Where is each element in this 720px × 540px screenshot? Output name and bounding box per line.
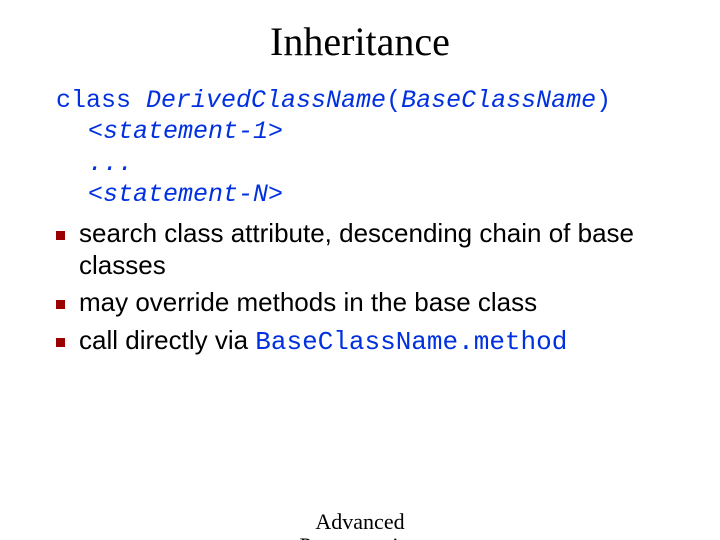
paren-close: ): [596, 86, 611, 115]
keyword-class: class: [56, 86, 146, 115]
list-item: may override methods in the base class: [56, 287, 680, 319]
code-line-4: <statement-N>: [56, 179, 680, 210]
footer-line-2: Programming: [0, 534, 720, 540]
bullet-text: call directly via BaseClassName.method: [79, 325, 567, 359]
bullet-text-prefix: call directly via: [79, 325, 255, 355]
code-block: class DerivedClassName(BaseClassName) <s…: [56, 85, 680, 210]
base-class-name: BaseClassName: [401, 86, 596, 115]
slide-title: Inheritance: [0, 18, 720, 65]
bullet-icon: [56, 231, 65, 240]
code-line-1: class DerivedClassName(BaseClassName): [56, 85, 680, 116]
code-line-2: <statement-1>: [56, 116, 680, 147]
footer-line-1: Advanced: [0, 510, 720, 534]
list-item: search class attribute, descending chain…: [56, 218, 680, 281]
slide: Inheritance class DerivedClassName(BaseC…: [0, 18, 720, 540]
bullet-icon: [56, 338, 65, 347]
derived-class-name: DerivedClassName: [146, 86, 386, 115]
bullet-text-mono: BaseClassName.method: [255, 327, 567, 357]
paren-open: (: [386, 86, 401, 115]
bullet-text: search class attribute, descending chain…: [79, 218, 680, 281]
bullet-text: may override methods in the base class: [79, 287, 537, 319]
footer: Advanced Programming: [0, 510, 720, 540]
bullet-icon: [56, 300, 65, 309]
bullet-list: search class attribute, descending chain…: [56, 218, 680, 359]
code-line-3: ...: [56, 148, 680, 179]
list-item: call directly via BaseClassName.method: [56, 325, 680, 359]
